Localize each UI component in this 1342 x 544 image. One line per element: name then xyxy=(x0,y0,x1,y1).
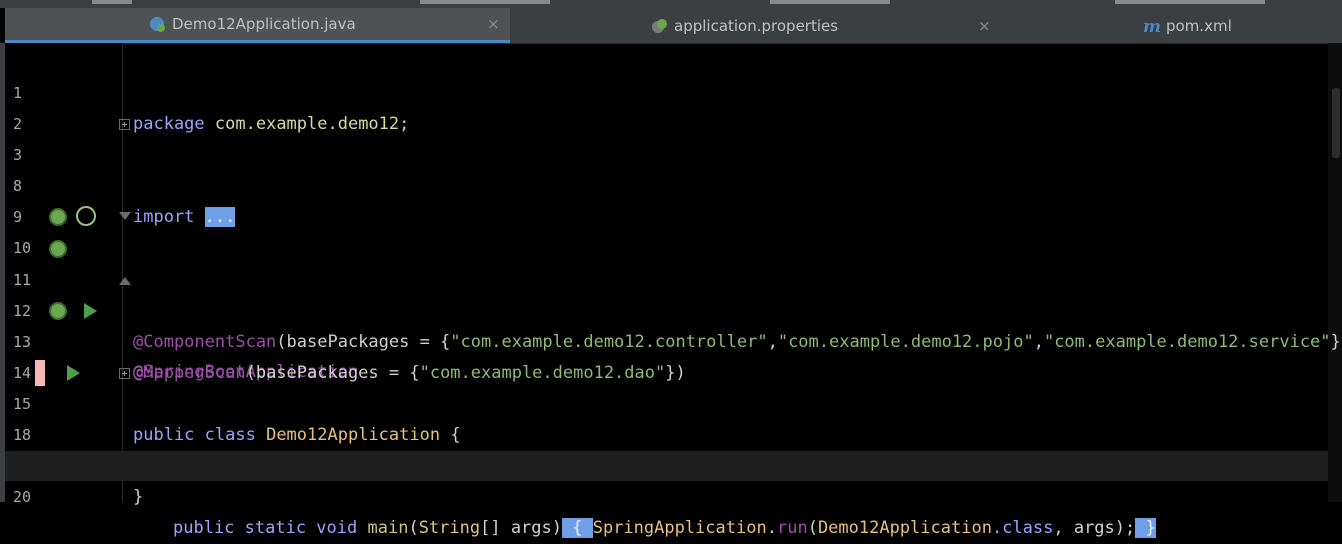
top-strip-fragment xyxy=(420,0,550,4)
fold-expand-icon[interactable] xyxy=(119,368,130,379)
code-line[interactable]: 15 public static void main(String[] args… xyxy=(5,358,1328,538)
run-icon[interactable] xyxy=(84,303,97,319)
code-line[interactable]: 3 import ... xyxy=(5,109,1328,227)
code-line[interactable]: 10 @SpringBootApplication xyxy=(5,202,1328,382)
fold-expand-icon[interactable] xyxy=(119,119,130,130)
fold-end-icon[interactable] xyxy=(119,277,131,285)
run-icon[interactable] xyxy=(67,365,80,381)
svg-text:m: m xyxy=(1143,17,1161,35)
breakpoint-marker[interactable] xyxy=(35,360,45,386)
tab-label: pom.xml xyxy=(1166,16,1232,35)
tab-demo12application-java[interactable]: Demo12Application.java × xyxy=(5,8,510,43)
scrollbar-thumb[interactable] xyxy=(1332,88,1340,158)
punctuation: . xyxy=(766,518,777,538)
spring-boot-check-icon[interactable] xyxy=(76,206,96,226)
method-name: main xyxy=(367,518,409,538)
maven-m-icon: m xyxy=(1142,17,1162,37)
code-line[interactable]: 14 xyxy=(5,327,1328,382)
spring-java-class-icon xyxy=(148,15,166,33)
punctuation: } xyxy=(133,487,144,507)
editor-scrollbar[interactable] xyxy=(1328,43,1342,502)
punctuation: }) xyxy=(1330,332,1342,352)
fold-collapse-icon[interactable] xyxy=(119,212,131,220)
code-line[interactable]: 18 xyxy=(5,389,1328,444)
punctuation: ( xyxy=(408,518,419,538)
top-strip-fragment xyxy=(1115,0,1265,4)
spring-bean-icon[interactable] xyxy=(49,208,67,226)
code-line[interactable]: 12 @MapperScan(basePackages = {"com.exam… xyxy=(5,265,1328,383)
tab-pom-xml[interactable]: m pom.xml xyxy=(1142,8,1302,43)
code-line[interactable]: 9 xyxy=(5,171,1328,226)
tab-label: Demo12Application.java xyxy=(172,15,356,33)
close-tab-icon[interactable]: × xyxy=(487,15,500,33)
spring-bean-icon[interactable] xyxy=(49,240,67,258)
keyword: .class xyxy=(991,518,1054,538)
editor-tab-bar: Demo12Application.java × application.pro… xyxy=(5,8,1342,44)
close-tab-icon[interactable]: × xyxy=(978,17,991,35)
spring-properties-icon xyxy=(650,17,668,35)
spring-bean-icon[interactable] xyxy=(49,302,67,320)
punctuation: ( xyxy=(807,518,818,538)
method-call: run xyxy=(776,518,808,538)
folded-brace[interactable]: } xyxy=(1135,518,1156,538)
punctuation: , args); xyxy=(1053,518,1136,538)
code-line[interactable]: 1 package com.example.demo12; xyxy=(5,47,1328,134)
line-number: 20 xyxy=(13,488,32,506)
folded-brace[interactable]: { xyxy=(562,518,593,538)
code-line[interactable]: 8 xyxy=(5,140,1328,195)
tab-application-properties[interactable]: application.properties × xyxy=(650,8,1000,43)
window-top-strip xyxy=(0,0,1342,8)
code-line[interactable]: 13 public class Demo12Application { xyxy=(5,296,1328,445)
keyword: public static void xyxy=(173,518,358,538)
code-text: public static void main(String[] args) {… xyxy=(173,513,1156,544)
top-strip-fragment xyxy=(770,0,890,4)
punctuation: [] args) xyxy=(480,518,562,538)
class-name: Demo12Application xyxy=(817,518,992,538)
code-line-current[interactable]: 20 xyxy=(5,451,1328,506)
top-strip-fragment xyxy=(92,0,132,4)
code-line[interactable]: 2 xyxy=(5,78,1328,133)
tab-label: application.properties xyxy=(674,16,839,35)
type-name: String xyxy=(418,518,481,538)
code-text: } xyxy=(133,482,143,513)
class-name: SpringApplication xyxy=(592,518,767,538)
code-line[interactable]: 11 @ComponentScan(basePackages = {"com.e… xyxy=(5,234,1342,352)
code-line[interactable]: 19 } xyxy=(5,420,1328,507)
